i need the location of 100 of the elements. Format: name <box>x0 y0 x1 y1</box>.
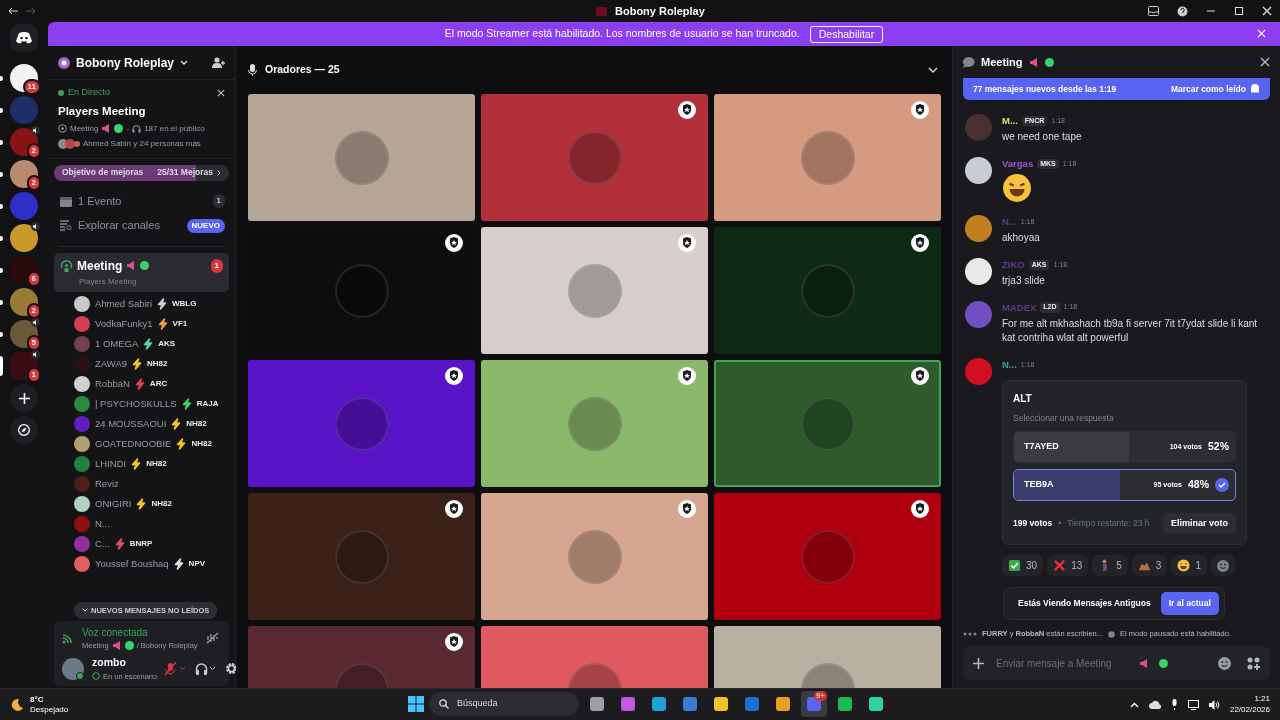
circle-icon <box>140 261 150 271</box>
close-icon[interactable] <box>1260 57 1270 67</box>
search-placeholder: Búsqueda <box>457 697 498 711</box>
cloud-icon[interactable] <box>1148 700 1161 709</box>
forward-arrow-icon[interactable] <box>26 7 36 15</box>
stage-channel[interactable]: Meeting 1 Players Meeting <box>54 252 229 292</box>
participant-tile[interactable] <box>714 493 941 620</box>
participant-tile[interactable] <box>481 227 708 354</box>
notification-count: 9+ <box>813 691 827 701</box>
circle-icon <box>114 124 124 134</box>
member-name[interactable]: | PSYCHOSKULLS <box>95 396 177 411</box>
message-input-field[interactable]: Enviar mensaje a Meeting <box>994 654 1129 672</box>
chevron-down-icon[interactable] <box>928 67 938 73</box>
server-avatar-icon <box>58 56 70 69</box>
member-name[interactable]: N... <box>95 516 110 531</box>
participant-tile[interactable] <box>714 94 941 221</box>
reaction-button[interactable]: 1 <box>1171 555 1207 577</box>
live-dot-icon <box>58 89 64 96</box>
message-text: trja3 slide <box>1002 274 1046 288</box>
message-author[interactable]: N... <box>1002 357 1017 372</box>
remove-vote-button[interactable]: Eliminar voto <box>1163 512 1236 535</box>
participant-tile[interactable] <box>714 227 941 354</box>
participant-tile[interactable] <box>248 360 475 487</box>
app-logo-button[interactable] <box>10 24 38 52</box>
reaction-button[interactable]: 3 <box>1131 555 1168 577</box>
start-icon[interactable] <box>408 696 424 712</box>
taskbar-app-button[interactable]: 9+ <box>801 691 827 717</box>
noise-suppression-icon[interactable] <box>205 631 219 644</box>
poll-question: ALT <box>1013 392 1033 406</box>
server-logo-icon <box>596 6 607 16</box>
headphones-icon[interactable] <box>195 661 218 676</box>
stage-status-icon <box>92 672 100 681</box>
apps-icon[interactable] <box>1247 656 1260 670</box>
inbox-icon[interactable] <box>1148 6 1159 16</box>
user-avatar <box>965 357 992 385</box>
member-name[interactable]: ONIGIRI <box>95 496 132 511</box>
events-link[interactable]: 1 Evento <box>78 192 122 210</box>
channel-topic: Players Meeting <box>78 275 138 288</box>
typing-dots-icon <box>963 632 977 636</box>
circle-icon <box>124 640 134 650</box>
member-name[interactable]: 1 OMEGA <box>95 336 139 351</box>
explore-button[interactable] <box>10 416 38 444</box>
microphone-muted-icon[interactable] <box>165 661 188 676</box>
add-reaction-button[interactable] <box>1210 555 1235 577</box>
member-avatar <box>74 295 90 312</box>
maximize-icon[interactable] <box>1234 6 1244 16</box>
chevron-down-icon <box>82 608 88 613</box>
help-icon[interactable] <box>1177 5 1188 17</box>
message-author[interactable]: M... <box>1002 114 1018 129</box>
selected-check-icon <box>1215 477 1229 492</box>
invite-people-icon[interactable] <box>212 57 225 68</box>
chevron-down-icon[interactable] <box>180 59 188 66</box>
taskbar-search-field[interactable]: Búsqueda <box>429 692 579 716</box>
megaphone-icon <box>1028 57 1039 67</box>
time-remaining: Tiempo restante: 23 h <box>1067 517 1150 530</box>
member-name[interactable]: Ahmed Sabiri <box>95 296 153 311</box>
add-server-button[interactable] <box>10 384 38 412</box>
participant-tile[interactable] <box>714 360 941 487</box>
member-name[interactable]: ZAWA9 <box>95 356 128 371</box>
mark-as-read-link[interactable]: Marcar como leído <box>1170 82 1246 96</box>
member-avatar <box>74 435 90 452</box>
member-avatar <box>74 315 90 332</box>
reaction-button[interactable]: 13 <box>1047 555 1089 577</box>
member-name[interactable]: RobbaN <box>95 376 130 391</box>
participant-tile[interactable] <box>481 360 708 487</box>
guild-tag: NH82 <box>146 457 167 470</box>
member-name[interactable]: Reviz <box>95 476 119 491</box>
browse-channels-link[interactable]: Explorar canales <box>78 217 160 234</box>
member-name[interactable]: C... <box>95 536 110 551</box>
server-icon[interactable] <box>10 224 38 252</box>
participant-tile[interactable] <box>481 94 708 221</box>
member-name[interactable]: VodkaFunky1 <box>95 316 153 331</box>
member-name[interactable]: 24 MOUSSAOUI <box>95 416 167 431</box>
participant-tile[interactable] <box>248 94 475 221</box>
member-avatar <box>74 335 90 352</box>
boost-progress-bar[interactable]: Objetivo de mejoras 25/31 Mejoras <box>54 164 229 181</box>
jump-to-present-button[interactable]: Ir al actual <box>1160 592 1219 615</box>
participant-tile[interactable] <box>481 493 708 620</box>
server-name[interactable]: Bobony Roleplay <box>76 53 174 72</box>
reaction-button[interactable]: 5 <box>1092 555 1128 577</box>
member-name[interactable]: LHINDI <box>95 456 127 471</box>
disable-button[interactable]: Deshabilitar <box>809 25 884 43</box>
member-name[interactable]: Youssef Boushaq <box>95 556 169 571</box>
participant-tile[interactable] <box>248 493 475 620</box>
close-icon[interactable] <box>1262 6 1272 16</box>
guild-tag: AKS <box>158 337 176 350</box>
chevron-up-icon[interactable] <box>1129 701 1139 708</box>
megaphone-icon <box>101 124 112 134</box>
back-arrow-icon[interactable] <box>8 7 18 15</box>
microphone-icon[interactable] <box>1170 699 1178 710</box>
member-name[interactable]: GOATEDNOOBIE <box>95 436 172 451</box>
emoji-picker-icon[interactable] <box>1218 656 1231 670</box>
network-icon[interactable] <box>1187 699 1199 710</box>
volume-icon[interactable] <box>1208 699 1220 710</box>
settings-icon[interactable] <box>225 662 239 675</box>
reaction-button[interactable]: 30 <box>1002 555 1044 577</box>
server-icon[interactable] <box>10 256 38 284</box>
close-icon[interactable] <box>217 88 225 97</box>
plus-icon[interactable] <box>973 657 984 669</box>
message-author[interactable]: Vargas <box>1002 156 1034 171</box>
